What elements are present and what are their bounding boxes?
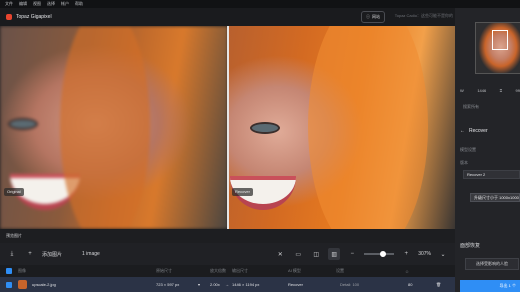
app-logo-icon (6, 14, 12, 20)
trash-icon[interactable]: 🗑 (436, 282, 441, 287)
row-setting: Detail: 100 (340, 282, 360, 287)
app-title: Topaz Gigapixel (16, 14, 52, 20)
chevron-down-icon[interactable]: ⌄ (437, 248, 449, 260)
preview-title: 预览图片 (6, 233, 22, 238)
row-scale[interactable]: 2.00x (210, 282, 220, 287)
select-all-checkbox[interactable] (6, 268, 12, 274)
side-by-side-icon[interactable]: ▥ (328, 248, 341, 260)
col-original: 原始尺寸 (156, 268, 172, 273)
width-icon: W (460, 87, 464, 93)
row-filename: upscale-2.jpg (32, 282, 56, 287)
model-title: Recover (469, 128, 488, 134)
col-preset-icon: ☺ (405, 268, 410, 274)
eye-shape (8, 118, 38, 130)
website-button[interactable]: ⓘ 网站 (361, 11, 385, 23)
original-image (0, 26, 228, 229)
plus-icon[interactable]: + (24, 248, 36, 260)
menu-edit[interactable]: 编辑 (19, 1, 27, 7)
dropdown-icon[interactable]: ▾ (198, 282, 200, 287)
row-arrow: → (225, 282, 229, 287)
row-preset: 80 (408, 282, 413, 287)
row-original-size: 723 × 597 px (156, 282, 180, 287)
col-image: 图像 (18, 268, 26, 273)
hair-shape (60, 26, 150, 229)
search-label: 搜索所有 (463, 104, 479, 109)
download-icon[interactable]: ⤓ (6, 248, 18, 260)
recover-tag: Recover (232, 188, 253, 196)
model-select-value: Recover 2 (467, 172, 486, 177)
navigator-frame[interactable] (492, 30, 508, 50)
bottom-toolbar: ⤓ + 添加图片 1 image ✕ ▭ ◫ ▥ − + 307% ⌄ (0, 243, 455, 265)
select-faces-button[interactable]: 选择受影响的人脸 (465, 258, 519, 270)
menu-help[interactable]: 帮助 (75, 1, 83, 7)
tooltip-text: 升级尺寸小于 1000x1000 (474, 194, 519, 200)
add-image-button[interactable]: 添加图片 (42, 251, 62, 258)
row-checkbox[interactable] (6, 281, 12, 288)
eye-shape (250, 122, 280, 134)
model-select[interactable]: Recover 2 (463, 170, 520, 179)
version-label: 版本 (460, 160, 468, 165)
compare-divider[interactable] (227, 26, 229, 229)
export-label: 导出 1 个 (499, 283, 516, 288)
notice-text: Topaz Cadio：这些可能不是你的 (394, 13, 453, 18)
zoom-out-icon[interactable]: − (346, 248, 358, 260)
recovered-image (228, 26, 455, 229)
preview-bar: 预览图片 (0, 229, 455, 243)
zoom-row: W 1446 ⌗ 99 (460, 86, 520, 94)
lock-icon[interactable]: ⌗ (500, 88, 502, 93)
zoom-value[interactable]: 1446 (477, 88, 486, 93)
col-scale: 放大倍数 (210, 268, 226, 273)
info-icon: ⓘ (366, 14, 370, 19)
zoom-pct[interactable]: 99 (516, 88, 520, 93)
menu-select[interactable]: 选择 (47, 1, 55, 7)
back-arrow-icon[interactable]: ← (460, 128, 465, 134)
model-settings-label: 模型设置 (460, 147, 476, 152)
original-tag: Original (4, 188, 24, 196)
model-header[interactable]: ← Recover (460, 128, 488, 134)
title-bar: Topaz Gigapixel ⓘ 网站 Topaz Cadio：这些可能不是你… (0, 8, 455, 26)
tooltip: 升级尺寸小于 1000x1000 (470, 193, 520, 202)
col-output: 输出尺寸 (232, 268, 248, 273)
col-model: AI 模型 (288, 268, 301, 273)
zoom-slider-handle[interactable] (380, 251, 387, 257)
row-thumbnail (18, 280, 27, 289)
crop-icon[interactable]: ✕ (274, 248, 286, 260)
zoom-slider[interactable] (364, 251, 395, 257)
table-row[interactable]: upscale-2.jpg 723 × 597 px ▾ 2.00x → 144… (0, 277, 455, 292)
export-button[interactable]: 导出 1 个 (460, 280, 520, 292)
row-output-size: 1446 × 1194 px (232, 282, 260, 287)
single-view-icon[interactable]: ▭ (292, 248, 304, 260)
zoom-percent[interactable]: 307% (418, 251, 431, 257)
select-faces-label: 选择受影响的人脸 (476, 261, 508, 266)
menu-file[interactable]: 文件 (5, 1, 13, 7)
table-header: 图像 原始尺寸 放大倍数 输出尺寸 AI 模型 设置 ☺ (0, 265, 455, 277)
menu-view[interactable]: 视图 (33, 1, 41, 7)
zoom-in-icon[interactable]: + (400, 248, 412, 260)
col-setting: 设置 (336, 268, 344, 273)
website-button-label: 网站 (372, 14, 380, 19)
menu-bar: 文件 编辑 视图 选择 帐户 帮助 (0, 0, 520, 8)
row-model: Recover (288, 282, 303, 287)
split-view-icon[interactable]: ◫ (310, 248, 322, 260)
image-count: 1 image (82, 251, 100, 257)
menu-account[interactable]: 帐户 (61, 1, 69, 7)
face-restore-label: 面部恢复 (460, 243, 481, 249)
hair-shape (308, 26, 428, 229)
